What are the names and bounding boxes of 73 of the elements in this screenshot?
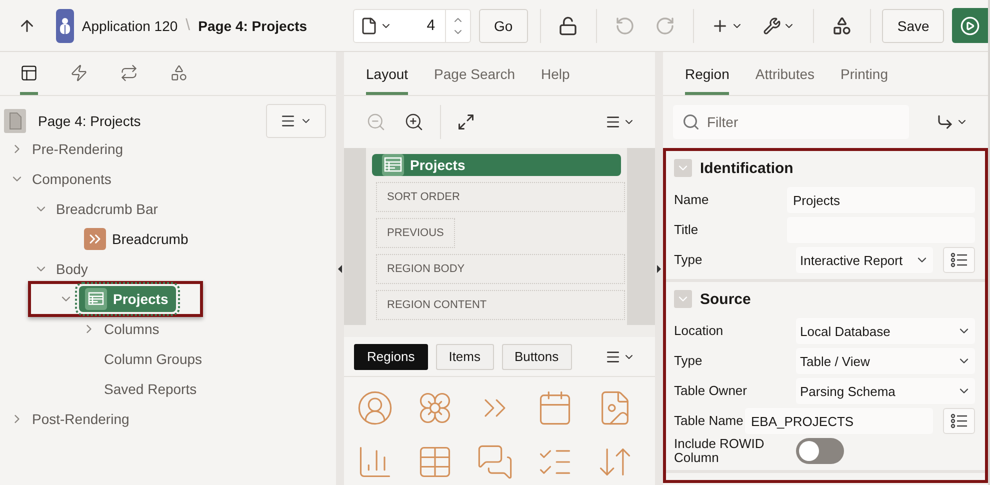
tree-item[interactable]: Projects	[79, 286, 176, 312]
menu-icon	[280, 113, 296, 129]
panel-tab[interactable]: Help	[541, 66, 570, 95]
property-label: Name	[674, 192, 710, 208]
menu-icon	[605, 114, 621, 130]
wrench-icon	[763, 16, 782, 34]
page-title: Page 4: Projects	[198, 18, 308, 34]
go-button[interactable]: Go	[479, 8, 528, 42]
property-label: Include ROWID Column	[674, 436, 766, 466]
tree-item[interactable]: Body	[56, 261, 88, 277]
tree-item[interactable]: Components	[32, 171, 112, 187]
menu-icon	[605, 348, 621, 364]
page-number-field[interactable]: 4	[398, 10, 446, 42]
chevrons-icon	[84, 228, 106, 250]
region-header[interactable]: Projects	[372, 154, 621, 176]
list-icon	[950, 413, 968, 429]
select-field[interactable]: Local Database	[796, 318, 975, 344]
layout-slot[interactable]: SORT ORDER	[376, 182, 625, 212]
text-field[interactable]: EBA_PROJECTS	[745, 408, 933, 434]
select-field[interactable]: Table / View	[796, 348, 975, 374]
menu-button[interactable]	[266, 104, 326, 138]
breadcrumb-separator: \	[186, 16, 190, 34]
region-title: Projects	[410, 157, 466, 173]
select-field[interactable]: Parsing Schema	[796, 378, 975, 404]
filter-field[interactable]: Filter	[673, 105, 909, 139]
panel-tab[interactable]: Attributes	[755, 66, 815, 95]
gallery-tab[interactable]: Buttons	[502, 344, 572, 370]
run-button[interactable]	[952, 8, 988, 43]
tree-root[interactable]: Page 4: Projects	[38, 113, 141, 129]
layout-slot[interactable]: REGION CONTENT	[376, 290, 625, 320]
layout-icon[interactable]	[20, 64, 38, 95]
tree-item[interactable]: Columns	[104, 321, 160, 337]
page-icon	[4, 109, 26, 133]
layout-slot[interactable]: REGION BODY	[376, 254, 625, 284]
tree-item[interactable]: Pre-Rendering	[32, 141, 124, 157]
property-label: Type	[674, 354, 704, 368]
chat-icon[interactable]	[476, 443, 514, 481]
page-selector[interactable]: 4	[353, 8, 472, 42]
group-title: Identification	[700, 160, 794, 176]
gallery-tab[interactable]: Items	[436, 344, 494, 370]
report-icon	[384, 157, 402, 173]
property-label: Table Owner	[674, 384, 748, 398]
text-field[interactable]: Projects	[787, 187, 975, 213]
toggle-switch[interactable]	[796, 438, 844, 464]
property-label: Table Name	[674, 414, 744, 428]
property-label: Location	[674, 324, 724, 338]
page-icon	[360, 16, 378, 34]
search-icon	[682, 113, 700, 131]
group-title: Source	[700, 290, 751, 308]
tree-item[interactable]: Saved Reports	[104, 381, 197, 397]
panel-tab[interactable]: Printing	[840, 66, 888, 95]
list-button[interactable]	[943, 247, 975, 273]
gallery-tab[interactable]: Regions	[354, 344, 428, 370]
panel-tab[interactable]: Region	[685, 66, 730, 95]
save-button[interactable]: Save	[882, 8, 944, 42]
user-icon[interactable]	[356, 389, 394, 427]
layout-slot[interactable]: PREVIOUS	[376, 218, 455, 248]
panel-tab[interactable]: Page Search	[434, 66, 515, 95]
arrow-icon	[936, 113, 954, 131]
property-label: Title	[674, 222, 700, 238]
tree-item[interactable]: Post-Rendering	[32, 411, 130, 427]
select-field[interactable]: Interactive Report	[796, 247, 933, 273]
tree-item[interactable]: Breadcrumb Bar	[56, 201, 158, 217]
breadcrumb-link[interactable]: Application 120	[82, 18, 178, 34]
report-icon	[85, 288, 107, 310]
panel-tab[interactable]: Layout	[366, 66, 408, 95]
tree-item[interactable]: Column Groups	[104, 351, 202, 367]
tree-item[interactable]: Breadcrumb	[78, 226, 196, 252]
app-icon[interactable]	[56, 8, 74, 42]
property-label: Type	[674, 252, 704, 268]
list-button[interactable]	[943, 408, 975, 434]
list-icon	[950, 252, 968, 268]
play-icon	[960, 16, 980, 36]
